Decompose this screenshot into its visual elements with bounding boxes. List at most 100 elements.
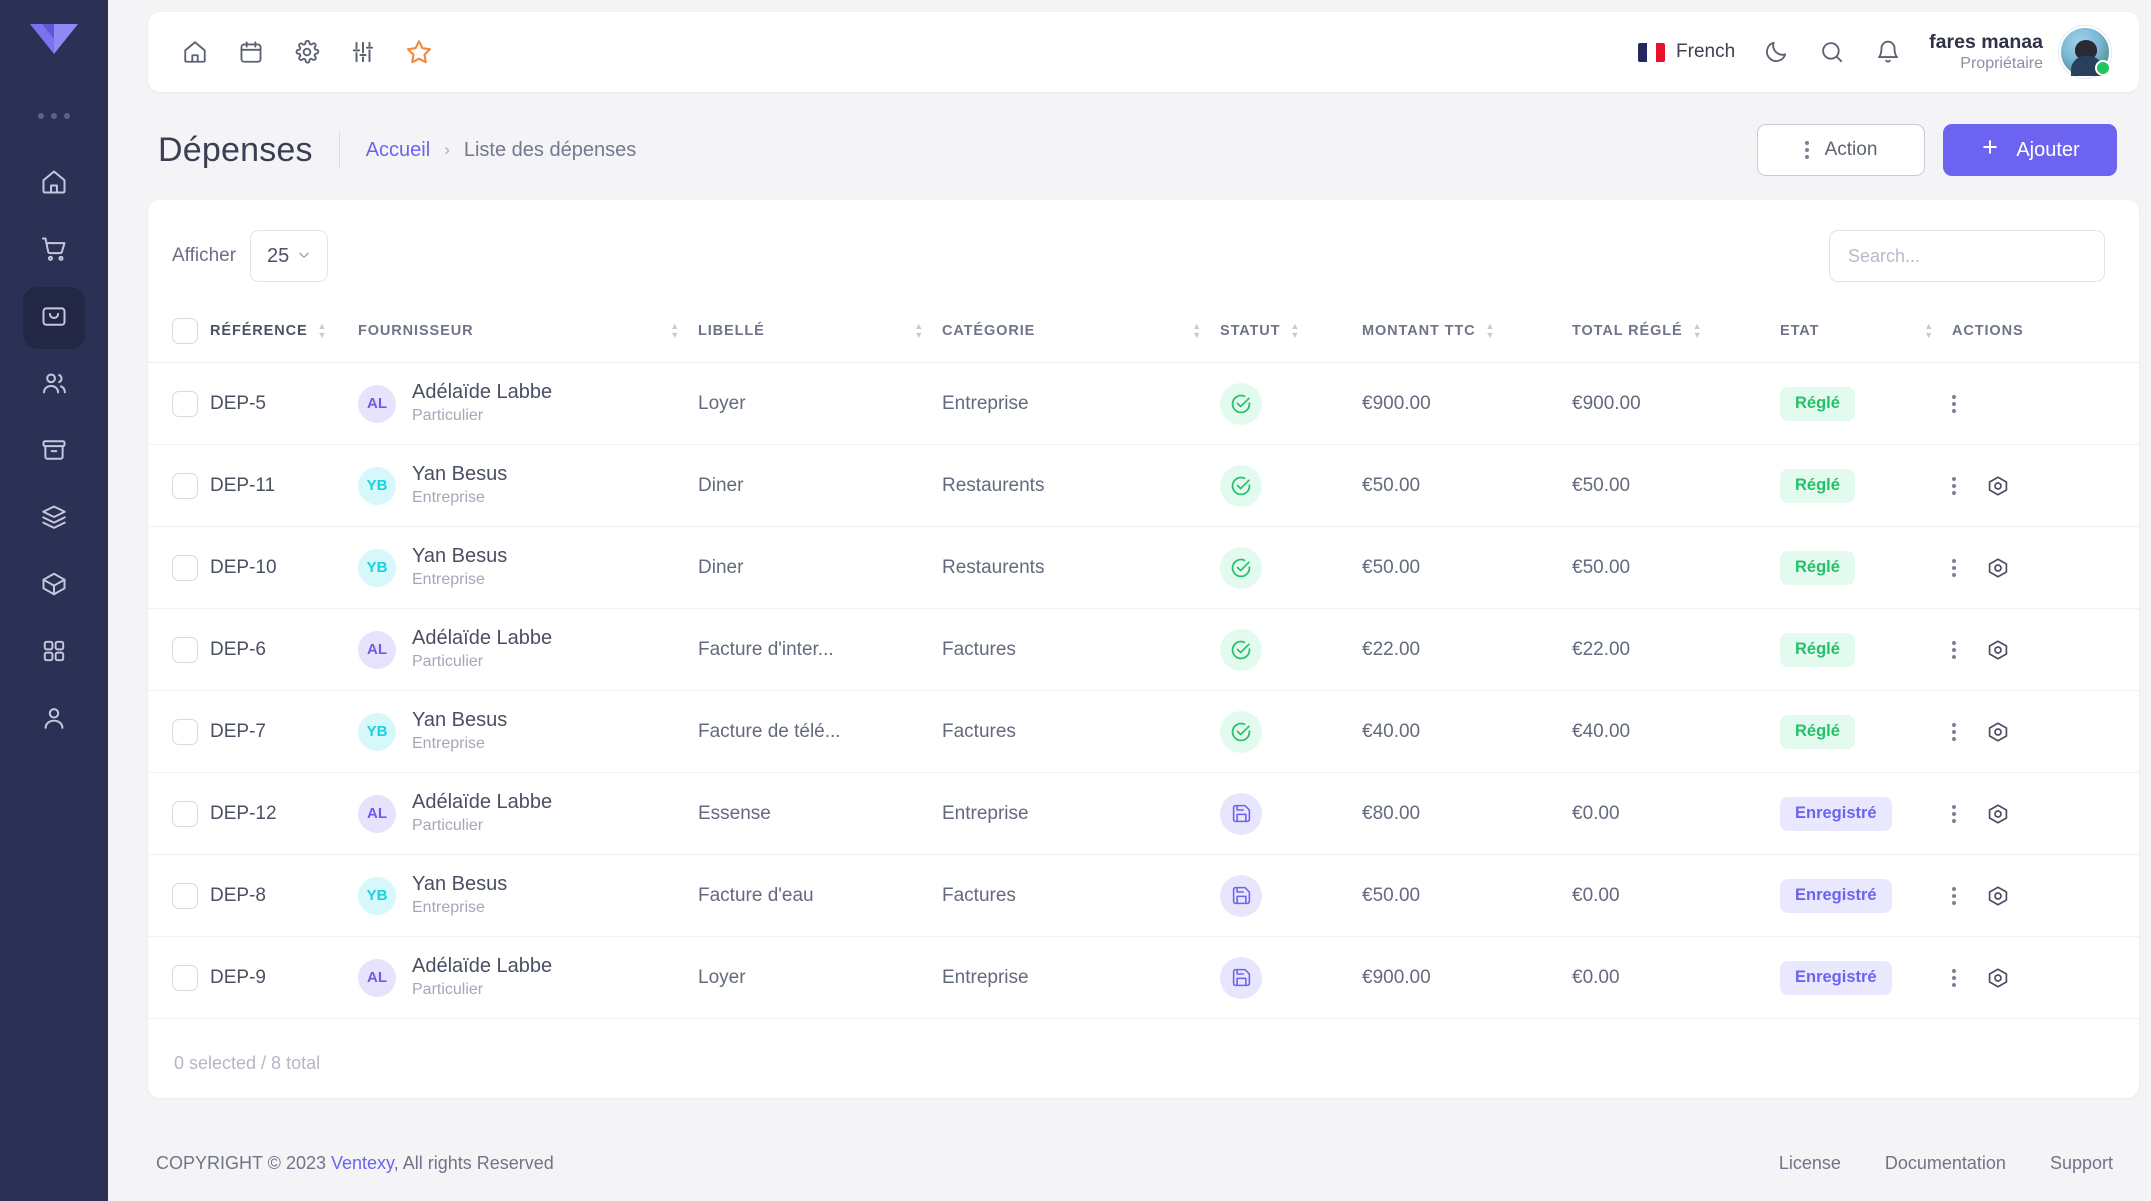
supplier-avatar: AL [358,385,396,423]
sort-icon[interactable]: ▲▼ [1924,323,1934,339]
table-row[interactable]: DEP-9ALAdélaïde LabbeParticulierLoyerEnt… [148,937,2139,1019]
cell-etat: Réglé [1780,527,1952,609]
sidebar-item-stock[interactable] [23,488,85,550]
table-row[interactable]: DEP-11YBYan BesusEntrepriseDinerRestaure… [148,445,2139,527]
home-icon[interactable] [180,37,210,67]
sidebar-item-expenses[interactable] [23,287,85,349]
column-header-categorie[interactable]: CATÉGORIE ▲▼ [942,304,1220,363]
sort-icon[interactable]: ▲▼ [1486,323,1496,339]
supplier-name: Adélaïde Labbe [412,381,552,403]
row-menu-icon[interactable] [1952,887,1956,905]
view-icon[interactable] [1986,884,2010,908]
sidebar-item-customers[interactable] [23,354,85,416]
row-checkbox[interactable] [172,801,198,827]
footer-link-documentation[interactable]: Documentation [1885,1153,2006,1174]
row-menu-icon[interactable] [1952,969,1956,987]
cell-statut [1220,773,1362,855]
column-header-fournisseur[interactable]: FOURNISSEUR ▲▼ [358,304,698,363]
view-icon[interactable] [1986,474,2010,498]
view-icon[interactable] [1986,638,2010,662]
table-body: DEP-5ALAdélaïde LabbeParticulierLoyerEnt… [148,363,2139,1019]
calendar-icon[interactable] [236,37,266,67]
column-header-statut[interactable]: STATUT ▲▼ [1220,304,1362,363]
sort-icon[interactable]: ▲▼ [1192,323,1202,339]
avatar[interactable] [2059,26,2111,78]
sort-icon[interactable]: ▲▼ [1693,323,1703,339]
table-row[interactable]: DEP-8YBYan BesusEntrepriseFacture d'eauF… [148,855,2139,937]
sort-icon[interactable]: ▲▼ [670,323,680,339]
row-menu-icon[interactable] [1952,477,1956,495]
breadcrumb: Accueil › Liste des dépenses [366,139,637,162]
cell-montant-ttc: €50.00 [1362,527,1572,609]
moon-icon[interactable] [1761,37,1791,67]
row-menu-icon[interactable] [1952,395,1956,413]
sort-icon[interactable]: ▲▼ [1290,323,1300,339]
table-row[interactable]: DEP-7YBYan BesusEntrepriseFacture de tél… [148,691,2139,773]
sort-icon[interactable]: ▲▼ [318,323,328,339]
language-selector[interactable]: French [1638,41,1735,63]
view-icon[interactable] [1986,802,2010,826]
select-all-checkbox[interactable] [172,318,198,344]
view-icon[interactable] [1986,966,2010,990]
cell-etat: Enregistré [1780,773,1952,855]
column-header-montant-ttc[interactable]: MONTANT TTC ▲▼ [1362,304,1572,363]
cell-statut [1220,445,1362,527]
bell-icon[interactable] [1873,37,1903,67]
row-checkbox[interactable] [172,473,198,499]
cell-fournisseur: ALAdélaïde LabbeParticulier [358,773,698,855]
action-button[interactable]: Action [1757,124,1925,176]
sidebar-item-home[interactable] [23,153,85,215]
footer-link-license[interactable]: License [1779,1153,1841,1174]
row-checkbox[interactable] [172,637,198,663]
row-menu-icon[interactable] [1952,723,1956,741]
row-checkbox[interactable] [172,391,198,417]
row-checkbox[interactable] [172,555,198,581]
page-size-select[interactable]: 25 [250,230,328,282]
row-checkbox[interactable] [172,883,198,909]
brand-link[interactable]: Ventexy [331,1153,394,1173]
supplier-name: Yan Besus [412,709,507,731]
sidebar-more-dots[interactable] [38,113,70,119]
cell-actions [1952,445,2139,527]
column-header-libelle[interactable]: LIBELLÉ ▲▼ [698,304,942,363]
search-input[interactable] [1829,230,2105,282]
sidebar-item-archive[interactable] [23,421,85,483]
sidebar-item-products[interactable] [23,555,85,617]
view-icon[interactable] [1986,720,2010,744]
gear-icon[interactable] [292,37,322,67]
supplier-name: Adélaïde Labbe [412,955,552,977]
star-icon[interactable] [404,37,434,67]
sidebar-item-orders[interactable] [23,220,85,282]
supplier-avatar: YB [358,549,396,587]
row-menu-icon[interactable] [1952,805,1956,823]
sidebar-item-account[interactable] [23,689,85,751]
column-header-total-regle[interactable]: TOTAL RÉGLÉ ▲▼ [1572,304,1780,363]
table-row[interactable]: DEP-5ALAdélaïde LabbeParticulierLoyerEnt… [148,363,2139,445]
cell-fournisseur: YBYan BesusEntreprise [358,445,698,527]
supplier-avatar: YB [358,467,396,505]
row-checkbox[interactable] [172,719,198,745]
column-label-total-regle: TOTAL RÉGLÉ [1572,323,1683,339]
column-header-etat[interactable]: ETAT ▲▼ [1780,304,1952,363]
row-checkbox-cell [148,609,210,691]
sort-icon[interactable]: ▲▼ [914,323,924,339]
view-icon[interactable] [1986,556,2010,580]
column-header-reference[interactable]: RÉFÉRENCE ▲▼ [210,304,358,363]
row-menu-icon[interactable] [1952,559,1956,577]
row-menu-icon[interactable] [1952,641,1956,659]
footer-link-support[interactable]: Support [2050,1153,2113,1174]
cell-libelle: Facture d'eau [698,855,942,937]
table-row[interactable]: DEP-6ALAdélaïde LabbeParticulierFacture … [148,609,2139,691]
row-checkbox-cell [148,445,210,527]
add-button[interactable]: Ajouter [1943,124,2117,176]
search-icon[interactable] [1817,37,1847,67]
topbar-quick-icons [180,37,434,67]
table-row[interactable]: DEP-10YBYan BesusEntrepriseDinerRestaure… [148,527,2139,609]
row-checkbox[interactable] [172,965,198,991]
ventexy-logo[interactable] [30,22,78,61]
sidebar-item-apps[interactable] [23,622,85,684]
breadcrumb-home-link[interactable]: Accueil [366,139,430,162]
sliders-icon[interactable] [348,37,378,67]
user-menu[interactable]: fares manaa Propriétaire [1929,26,2111,78]
table-row[interactable]: DEP-12ALAdélaïde LabbeParticulierEssense… [148,773,2139,855]
